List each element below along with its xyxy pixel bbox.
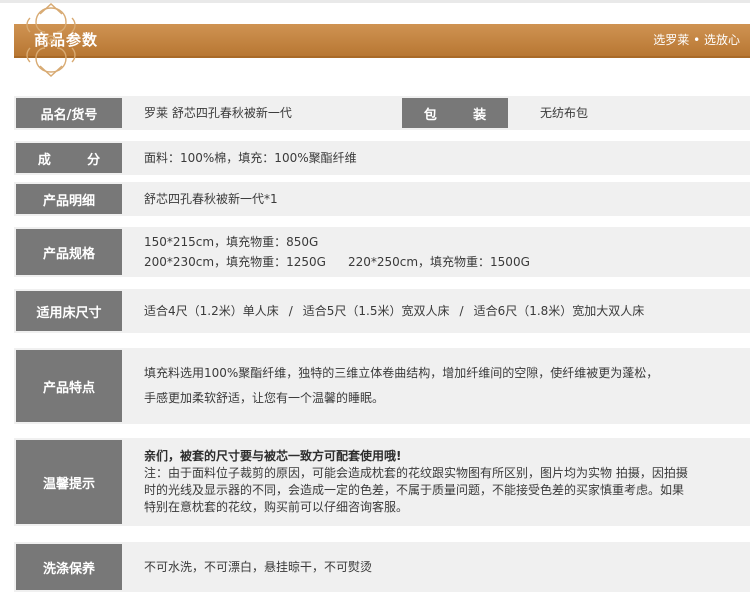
value-care: 不可水洗，不可漂白，悬挂晾干，不可熨烫	[144, 560, 373, 574]
ornament-icon	[26, 3, 76, 77]
value-tips: 亲们，被套的尺寸要与被芯一致方可配套使用哦! 注：由于面料位子裁剪的原因，可能会…	[144, 438, 742, 526]
value-packaging: 无纺布包	[540, 106, 589, 120]
label-features: 产品特点	[16, 350, 122, 422]
value-detail: 舒芯四孔春秋被新一代*1	[144, 192, 278, 206]
row-detail: 产品明细 舒芯四孔春秋被新一代*1	[14, 182, 750, 216]
label-tips: 温馨提示	[16, 440, 122, 524]
tips-headline: 亲们，被套的尺寸要与被芯一致方可配套使用哦!	[144, 449, 402, 463]
spec-line-2: 200*230cm，填充物重：1250G 220*250cm，填充物重：1500G	[144, 255, 530, 269]
row-tips: 温馨提示 亲们，被套的尺寸要与被芯一致方可配套使用哦! 注：由于面料位子裁剪的原…	[14, 438, 750, 526]
spec-line-1: 150*215cm，填充物重：850G	[144, 235, 319, 249]
label-model: 品名/货号	[16, 98, 122, 128]
row-features: 产品特点 填充料选用100%聚酯纤维，独特的三维立体卷曲结构，增加纤维间的空隙，…	[14, 348, 750, 424]
bed-size-single: 适合4尺（1.2米）单人床	[144, 304, 279, 318]
row-composition: 成 分 面料：100%棉，填充：100%聚酯纤维	[14, 141, 750, 175]
label-spec: 产品规格	[16, 229, 122, 275]
row-spec: 产品规格 150*215cm，填充物重：850G 200*230cm，填充物重：…	[14, 227, 750, 277]
section-header: 商品参数 选罗莱 • 选放心	[14, 24, 750, 58]
label-composition: 成 分	[16, 143, 122, 173]
label-care: 洗涤保养	[16, 544, 122, 590]
label-detail: 产品明细	[16, 184, 122, 214]
row-model: 品名/货号 罗莱 舒芯四孔春秋被新一代 包 装 无纺布包	[14, 96, 750, 130]
value-features: 填充料选用100%聚酯纤维，独特的三维立体卷曲结构，增加纤维间的空隙，使纤维被更…	[144, 366, 659, 405]
top-divider	[0, 0, 750, 3]
value-bed-size: 适合4尺（1.2米）单人床 / 适合5尺（1.5米）宽双人床 / 适合6尺（1.8米）宽…	[144, 304, 645, 318]
value-composition: 面料：100%棉，填充：100%聚酯纤维	[144, 151, 357, 165]
bed-size-double: 适合5尺（1.5米）宽双人床	[302, 304, 450, 318]
label-packaging: 包 装	[402, 98, 508, 128]
row-care: 洗涤保养 不可水洗，不可漂白，悬挂晾干，不可熨烫	[14, 542, 750, 592]
value-spec: 150*215cm，填充物重：850G 200*230cm，填充物重：1250G…	[144, 227, 742, 277]
brand-slogan: 选罗莱 • 选放心	[653, 33, 740, 47]
row-bed-size: 适用床尺寸 适合4尺（1.2米）单人床 / 适合5尺（1.5米）宽双人床 / 适合6尺（…	[14, 289, 750, 333]
bed-size-queen: 适合6尺（1.8米）宽加大双人床	[473, 304, 645, 318]
label-bed-size: 适用床尺寸	[16, 291, 122, 331]
